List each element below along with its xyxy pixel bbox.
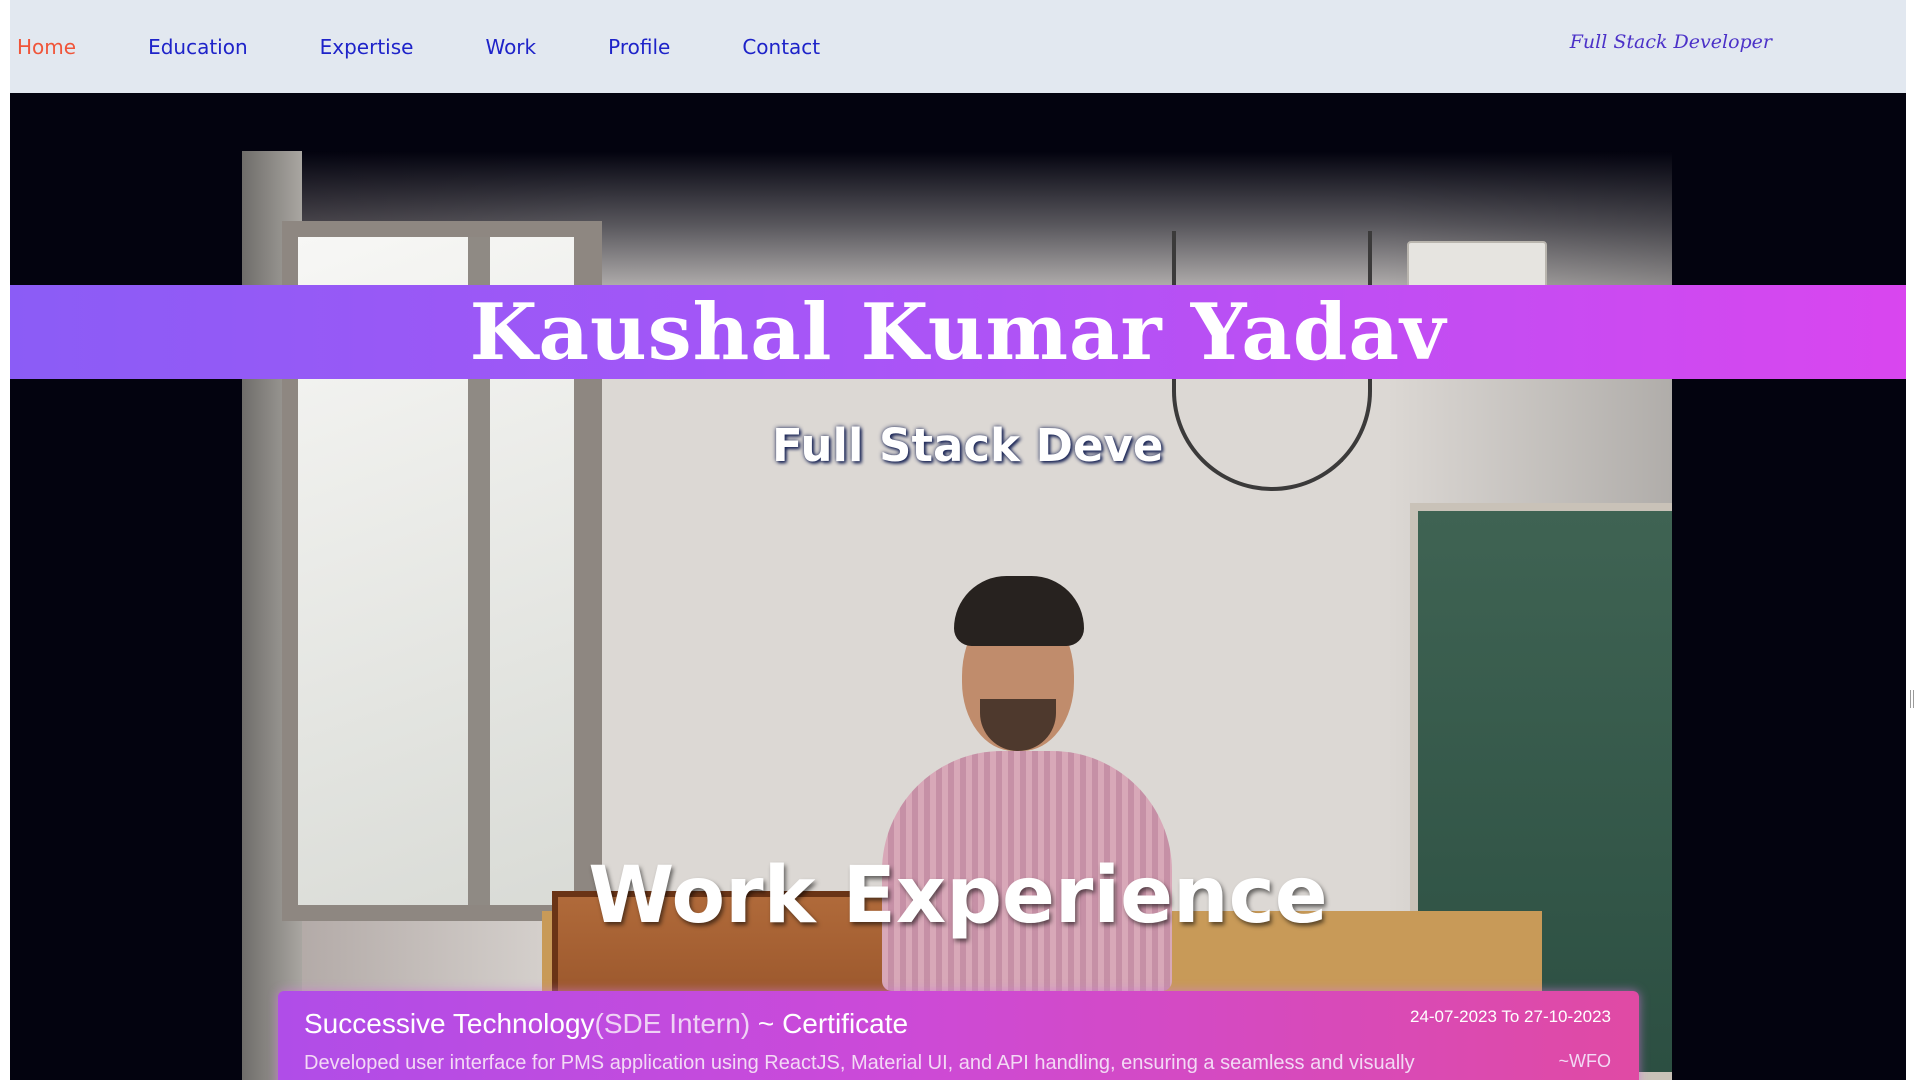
nav-link-work[interactable]: Work [485,35,536,59]
experience-title: Successive Technology(SDE Intern) ~ Cert… [304,1008,908,1040]
experience-description: Developed user interface for PMS applica… [304,1052,1415,1074]
name-banner: Kaushal Kumar Yadav [10,285,1906,379]
experience-dates: 24-07-2023 To 27-10-2023 [1409,1007,1611,1026]
nav-link-contact[interactable]: Contact [742,35,820,59]
work-experience-heading: Work Experience [588,851,1328,941]
photo-person-hair [954,576,1084,646]
experience-card[interactable]: Successive Technology(SDE Intern) ~ Cert… [278,991,1639,1080]
typed-role-text: Full Stack Deve [772,419,1164,472]
nav-link-education[interactable]: Education [148,35,248,59]
hero-name: Kaushal Kumar Yadav [469,286,1447,378]
top-navbar: Home Education Expertise Work Profile Co… [10,0,1906,93]
experience-certificate-link[interactable]: ~ Certificate [750,1008,908,1039]
nav-link-home[interactable]: Home [17,35,76,59]
hero-section: Kaushal Kumar Yadav Full Stack Deve Work… [10,93,1906,1080]
nav-tagline: Full Stack Developer [1569,31,1772,53]
experience-mode: ~WFO [1558,1051,1612,1071]
experience-role: (SDE Intern) [594,1008,751,1039]
nav-links: Home Education Expertise Work Profile Co… [10,0,892,93]
nav-link-profile[interactable]: Profile [608,35,670,59]
experience-company: Successive Technology [304,1008,595,1039]
nav-link-expertise[interactable]: Expertise [320,35,414,59]
scrollbar-grip[interactable] [1910,690,1914,708]
